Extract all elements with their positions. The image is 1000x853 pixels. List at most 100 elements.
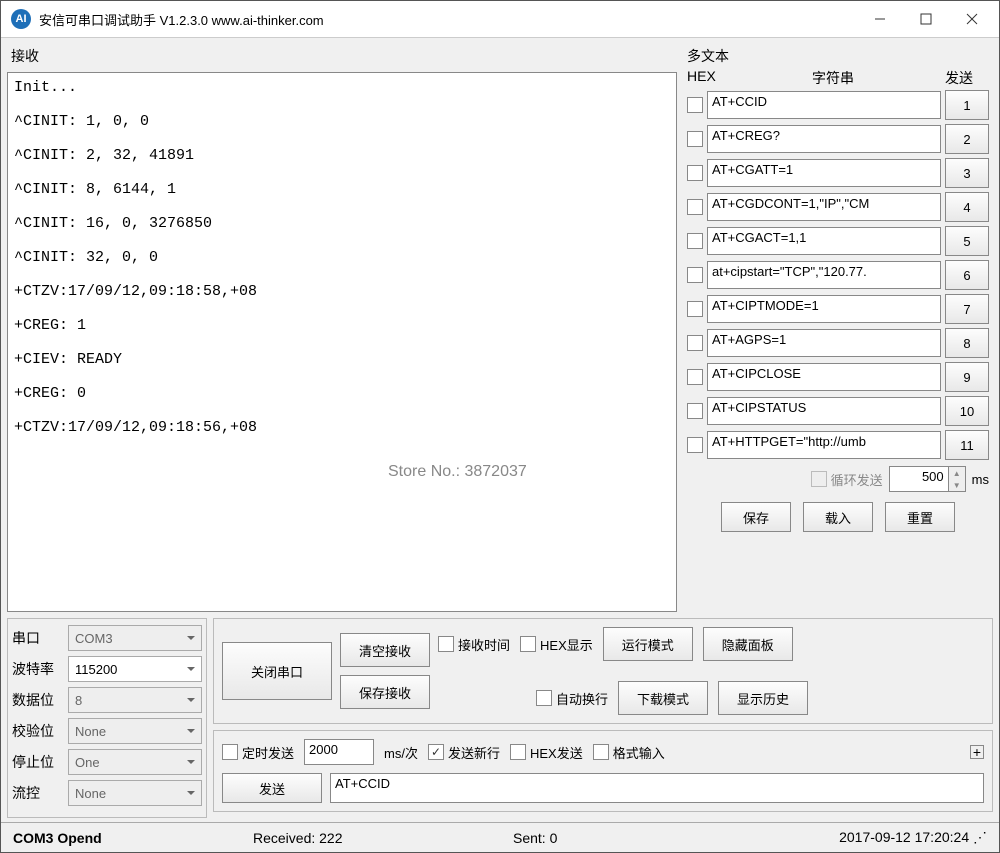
send-row-button[interactable]: 4 (945, 192, 989, 222)
multi-row: AT+CGACT=1,15 (683, 224, 993, 258)
hex-checkbox[interactable] (687, 335, 703, 351)
recv-time-checkbox[interactable]: 接收时间 (438, 635, 510, 654)
multi-title: 多文本 (683, 44, 993, 68)
hex-checkbox[interactable] (687, 233, 703, 249)
command-input[interactable]: AT+AGPS=1 (707, 329, 941, 357)
flow-label: 流控 (12, 783, 64, 803)
timed-interval-input[interactable]: 2000 (304, 739, 374, 765)
command-input[interactable]: AT+CGATT=1 (707, 159, 941, 187)
send-row-button[interactable]: 3 (945, 158, 989, 188)
status-port: COM3 Opend (13, 830, 253, 846)
command-input[interactable]: AT+HTTPGET="http://umb (707, 431, 941, 459)
run-mode-button[interactable]: 运行模式 (603, 627, 693, 661)
hex-checkbox[interactable] (687, 301, 703, 317)
send-button[interactable]: 发送 (222, 773, 322, 803)
multi-headers: HEX 字符串 发送 (683, 68, 993, 88)
multi-row: AT+CGDCONT=1,"IP","CM4 (683, 190, 993, 224)
send-row-button[interactable]: 7 (945, 294, 989, 324)
send-row-button[interactable]: 10 (945, 396, 989, 426)
status-received: Received: 222 (253, 830, 513, 846)
close-button[interactable] (949, 2, 995, 36)
loop-spinner[interactable]: ▲▼ (949, 466, 966, 492)
minimize-button[interactable] (857, 2, 903, 36)
multi-row: at+cipstart="TCP","120.77.6 (683, 258, 993, 292)
save-recv-button[interactable]: 保存接收 (340, 675, 430, 709)
watermark: Store No.: 3872037 (388, 463, 527, 481)
send-row-button[interactable]: 1 (945, 90, 989, 120)
send-row-button[interactable]: 2 (945, 124, 989, 154)
multi-row: AT+CGATT=13 (683, 156, 993, 190)
multi-row: AT+HTTPGET="http://umb11 (683, 428, 993, 462)
loop-unit: ms (972, 472, 989, 487)
multi-row: AT+CIPTMODE=17 (683, 292, 993, 326)
reset-button[interactable]: 重置 (885, 502, 955, 532)
send-row-button[interactable]: 9 (945, 362, 989, 392)
send-row-button[interactable]: 11 (945, 430, 989, 460)
close-port-button[interactable]: 关闭串口 (222, 642, 332, 700)
window-title: 安信可串口调试助手 V1.2.3.0 www.ai-thinker.com (39, 10, 857, 29)
hex-checkbox[interactable] (687, 437, 703, 453)
loop-send-checkbox[interactable]: 循环发送 (811, 470, 883, 489)
command-input[interactable]: AT+CIPCLOSE (707, 363, 941, 391)
port-combo[interactable]: COM3 (68, 625, 202, 651)
timed-unit: ms/次 (384, 743, 418, 762)
timed-send-checkbox[interactable]: 定时发送 (222, 743, 294, 762)
data-combo[interactable]: 8 (68, 687, 202, 713)
titlebar: AI 安信可串口调试助手 V1.2.3.0 www.ai-thinker.com (1, 1, 999, 38)
command-input[interactable]: AT+CGDCONT=1,"IP","CM (707, 193, 941, 221)
hex-checkbox[interactable] (687, 369, 703, 385)
multi-row: AT+CIPCLOSE9 (683, 360, 993, 394)
expand-button[interactable]: + (970, 745, 984, 759)
parity-label: 校验位 (12, 721, 64, 741)
statusbar: COM3 Opend Received: 222 Sent: 0 2017-09… (1, 822, 999, 852)
data-label: 数据位 (12, 690, 64, 710)
send-row-button[interactable]: 6 (945, 260, 989, 290)
hex-checkbox[interactable] (687, 97, 703, 113)
hex-header: HEX (687, 68, 737, 88)
command-input[interactable]: AT+CIPSTATUS (707, 397, 941, 425)
receive-textarea[interactable]: Init... ^CINIT: 1, 0, 0 ^CINIT: 2, 32, 4… (7, 72, 677, 612)
load-button[interactable]: 载入 (803, 502, 873, 532)
command-input[interactable]: AT+CCID (707, 91, 941, 119)
maximize-button[interactable] (903, 2, 949, 36)
hex-checkbox[interactable] (687, 131, 703, 147)
hex-checkbox[interactable] (687, 199, 703, 215)
auto-wrap-checkbox[interactable]: 自动换行 (536, 689, 608, 708)
stop-combo[interactable]: One (68, 749, 202, 775)
send-newline-checkbox[interactable]: 发送新行 (428, 743, 500, 762)
show-history-button[interactable]: 显示历史 (718, 681, 808, 715)
status-sent: Sent: 0 (513, 830, 753, 846)
baud-label: 波特率 (12, 659, 64, 679)
hex-send-checkbox[interactable]: HEX发送 (510, 743, 583, 762)
send-header: 发送 (929, 68, 989, 88)
send-row-button[interactable]: 8 (945, 328, 989, 358)
multi-row: AT+AGPS=18 (683, 326, 993, 360)
multi-row: AT+CREG?2 (683, 122, 993, 156)
receive-label: 接收 (7, 44, 677, 68)
command-input[interactable]: AT+CREG? (707, 125, 941, 153)
command-input[interactable]: AT+CGACT=1,1 (707, 227, 941, 255)
command-input[interactable]: AT+CIPTMODE=1 (707, 295, 941, 323)
flow-combo[interactable]: None (68, 780, 202, 806)
resize-grip-icon: ⋰ (973, 829, 987, 845)
hide-panel-button[interactable]: 隐藏面板 (703, 627, 793, 661)
hex-checkbox[interactable] (687, 403, 703, 419)
format-input-checkbox[interactable]: 格式输入 (593, 743, 665, 762)
download-mode-button[interactable]: 下载模式 (618, 681, 708, 715)
baud-combo[interactable]: 115200 (68, 656, 202, 682)
hex-checkbox[interactable] (687, 165, 703, 181)
loop-send-label: 循环发送 (831, 470, 883, 489)
command-input[interactable]: at+cipstart="TCP","120.77. (707, 261, 941, 289)
str-header: 字符串 (737, 68, 929, 88)
multi-row: AT+CIPSTATUS10 (683, 394, 993, 428)
clear-recv-button[interactable]: 清空接收 (340, 633, 430, 667)
loop-interval-input[interactable]: 500 (889, 466, 949, 492)
save-button[interactable]: 保存 (721, 502, 791, 532)
hex-checkbox[interactable] (687, 267, 703, 283)
receive-content: Init... ^CINIT: 1, 0, 0 ^CINIT: 2, 32, 4… (14, 79, 257, 436)
send-row-button[interactable]: 5 (945, 226, 989, 256)
parity-combo[interactable]: None (68, 718, 202, 744)
hex-show-checkbox[interactable]: HEX显示 (520, 635, 593, 654)
send-input[interactable]: AT+CCID (330, 773, 984, 803)
status-time: 2017-09-12 17:20:24 ⋰ (753, 829, 987, 846)
